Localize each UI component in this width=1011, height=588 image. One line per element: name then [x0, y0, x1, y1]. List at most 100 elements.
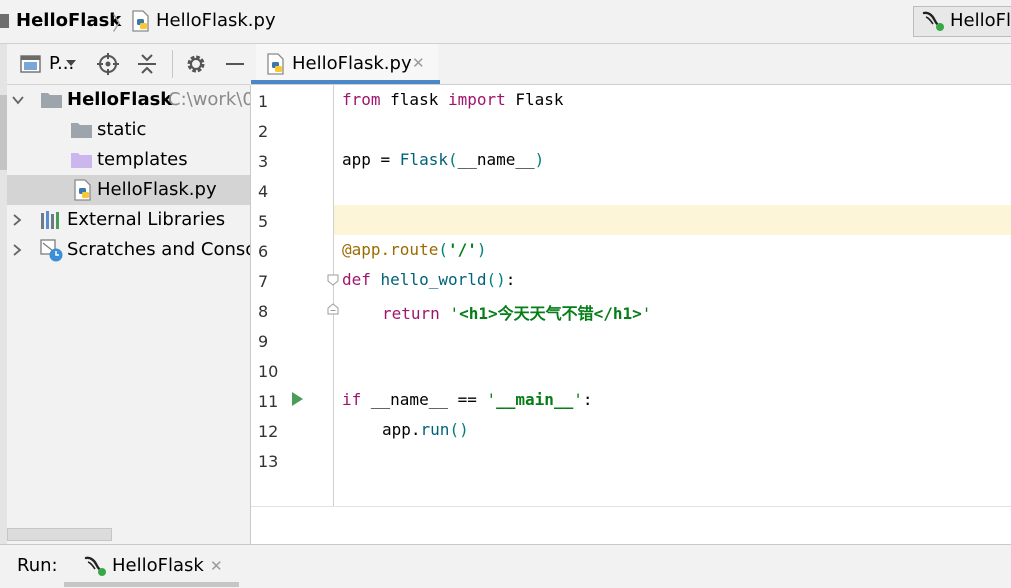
- paren: ): [476, 240, 487, 259]
- code-line-7: def hello_world():: [342, 270, 515, 289]
- gutter-separator: [333, 85, 334, 506]
- breadcrumb-project[interactable]: HelloFlask: [16, 10, 121, 31]
- project-tree: HelloFlask C:\work\0 static templates He…: [7, 85, 251, 545]
- code-text: flask: [380, 90, 448, 109]
- line-number: 6: [258, 242, 269, 261]
- run-gutter-icon[interactable]: [292, 392, 303, 406]
- active-tab-indicator: [251, 80, 440, 84]
- code-text: Flask: [505, 90, 564, 109]
- line-number: 12: [258, 422, 279, 441]
- string-quote: ': [486, 390, 497, 409]
- tree-horizontal-scrollbar[interactable]: [7, 528, 112, 541]
- breadcrumb-file[interactable]: HelloFlask.py: [156, 10, 276, 31]
- string-quote: ': [641, 304, 652, 323]
- chevron-right-icon[interactable]: [12, 244, 22, 256]
- line-number: 4: [258, 182, 269, 201]
- code-text: app =: [342, 150, 400, 169]
- line-number: 7: [258, 272, 269, 291]
- collapse-all-icon[interactable]: [137, 53, 157, 75]
- project-tool-window-button[interactable]: [0, 95, 7, 170]
- tree-item-label: External Libraries: [67, 209, 226, 230]
- flask-run-config-icon: [922, 11, 944, 31]
- tree-item-templates[interactable]: templates: [7, 145, 250, 175]
- fold-marker-icon[interactable]: [327, 274, 339, 286]
- string-literal: <h1>今天天气不错</h1>: [459, 304, 642, 323]
- locate-target-icon[interactable]: [97, 53, 119, 75]
- code-text: __name__: [457, 150, 535, 169]
- function-name: run: [420, 420, 450, 439]
- current-line-highlight: [334, 205, 1011, 235]
- code-editor[interactable]: [251, 85, 1011, 506]
- code-line-1: from flask import Flask: [342, 90, 564, 109]
- keyword: if: [342, 390, 362, 409]
- folder-icon: [71, 123, 92, 138]
- hide-panel-icon[interactable]: [226, 63, 244, 65]
- code-text: :: [582, 390, 593, 409]
- project-toolbar: [7, 44, 250, 85]
- decorator: @app.route: [342, 240, 439, 259]
- tree-item-external-libraries[interactable]: External Libraries: [7, 205, 250, 235]
- keyword: from: [342, 90, 381, 109]
- code-line-11: if __name__ == '__main__':: [342, 390, 592, 409]
- paren: ): [534, 150, 545, 169]
- line-number: 10: [258, 362, 279, 381]
- keyword: return: [382, 304, 440, 323]
- tab-label: HelloFlask.py: [292, 53, 412, 74]
- tree-item-project-root[interactable]: HelloFlask C:\work\0: [7, 85, 250, 115]
- string-quote: ': [449, 304, 460, 323]
- breadcrumb-separator: 〉: [112, 13, 132, 35]
- project-square-icon: [0, 14, 9, 28]
- keyword: def: [342, 270, 371, 289]
- function-name: hello_world: [370, 270, 487, 289]
- run-tab-indicator: [64, 582, 239, 587]
- function-name: Flask: [399, 150, 448, 169]
- chevron-down-icon[interactable]: [66, 60, 76, 66]
- tree-item-label: templates: [97, 149, 188, 170]
- keyword: import: [447, 90, 506, 109]
- line-number: 8: [258, 302, 269, 321]
- paren: (): [486, 270, 506, 289]
- string-literal: '/': [447, 240, 477, 259]
- chevron-right-icon[interactable]: [12, 214, 22, 226]
- flask-run-config-icon: [84, 556, 106, 576]
- toolbar-divider: [172, 50, 173, 78]
- run-label: Run:: [17, 555, 58, 576]
- line-number: 9: [258, 332, 269, 351]
- code-line-8: return '<h1>今天天气不错</h1>': [382, 300, 651, 324]
- close-icon[interactable]: ✕: [210, 557, 223, 575]
- code-line-6: @app.route('/'): [342, 240, 487, 259]
- tree-item-label: Scratches and Consoles: [67, 239, 250, 260]
- line-number: 13: [258, 452, 279, 471]
- gear-icon[interactable]: [185, 53, 207, 75]
- fold-end-icon[interactable]: [327, 303, 339, 315]
- run-configuration-label: HelloFlask: [950, 10, 1011, 31]
- tree-item-helloflask-py[interactable]: HelloFlask.py: [7, 175, 250, 205]
- tree-item-static[interactable]: static: [7, 115, 250, 145]
- string-literal: __main__: [496, 390, 574, 409]
- run-tab-label: HelloFlask: [112, 555, 204, 576]
- paren: (: [438, 240, 448, 259]
- line-number: 2: [258, 122, 269, 141]
- project-view-icon[interactable]: [20, 54, 42, 74]
- line-number: 5: [258, 212, 269, 231]
- code-line-3: app = Flask(__name__): [342, 150, 544, 169]
- close-icon[interactable]: ✕: [412, 54, 425, 72]
- python-file-icon: [267, 53, 284, 75]
- tree-item-label: static: [97, 119, 147, 140]
- paren: (): [449, 420, 469, 439]
- tree-item-label: HelloFlask: [67, 89, 173, 110]
- templates-folder-icon: [71, 153, 92, 168]
- tree-item-scratches[interactable]: Scratches and Consoles: [7, 235, 250, 265]
- editor-bottom-area: [251, 506, 1011, 545]
- scratches-icon: [40, 239, 63, 262]
- code-text: app.: [382, 420, 421, 439]
- chevron-down-icon[interactable]: [12, 95, 24, 105]
- paren: (: [447, 150, 458, 169]
- line-number: 3: [258, 152, 269, 171]
- folder-icon: [41, 93, 62, 108]
- libraries-icon: [41, 211, 59, 229]
- line-number: 1: [258, 92, 269, 111]
- python-file-icon: [132, 10, 149, 32]
- project-path: C:\work\0: [168, 89, 251, 110]
- code-text: :: [505, 270, 516, 289]
